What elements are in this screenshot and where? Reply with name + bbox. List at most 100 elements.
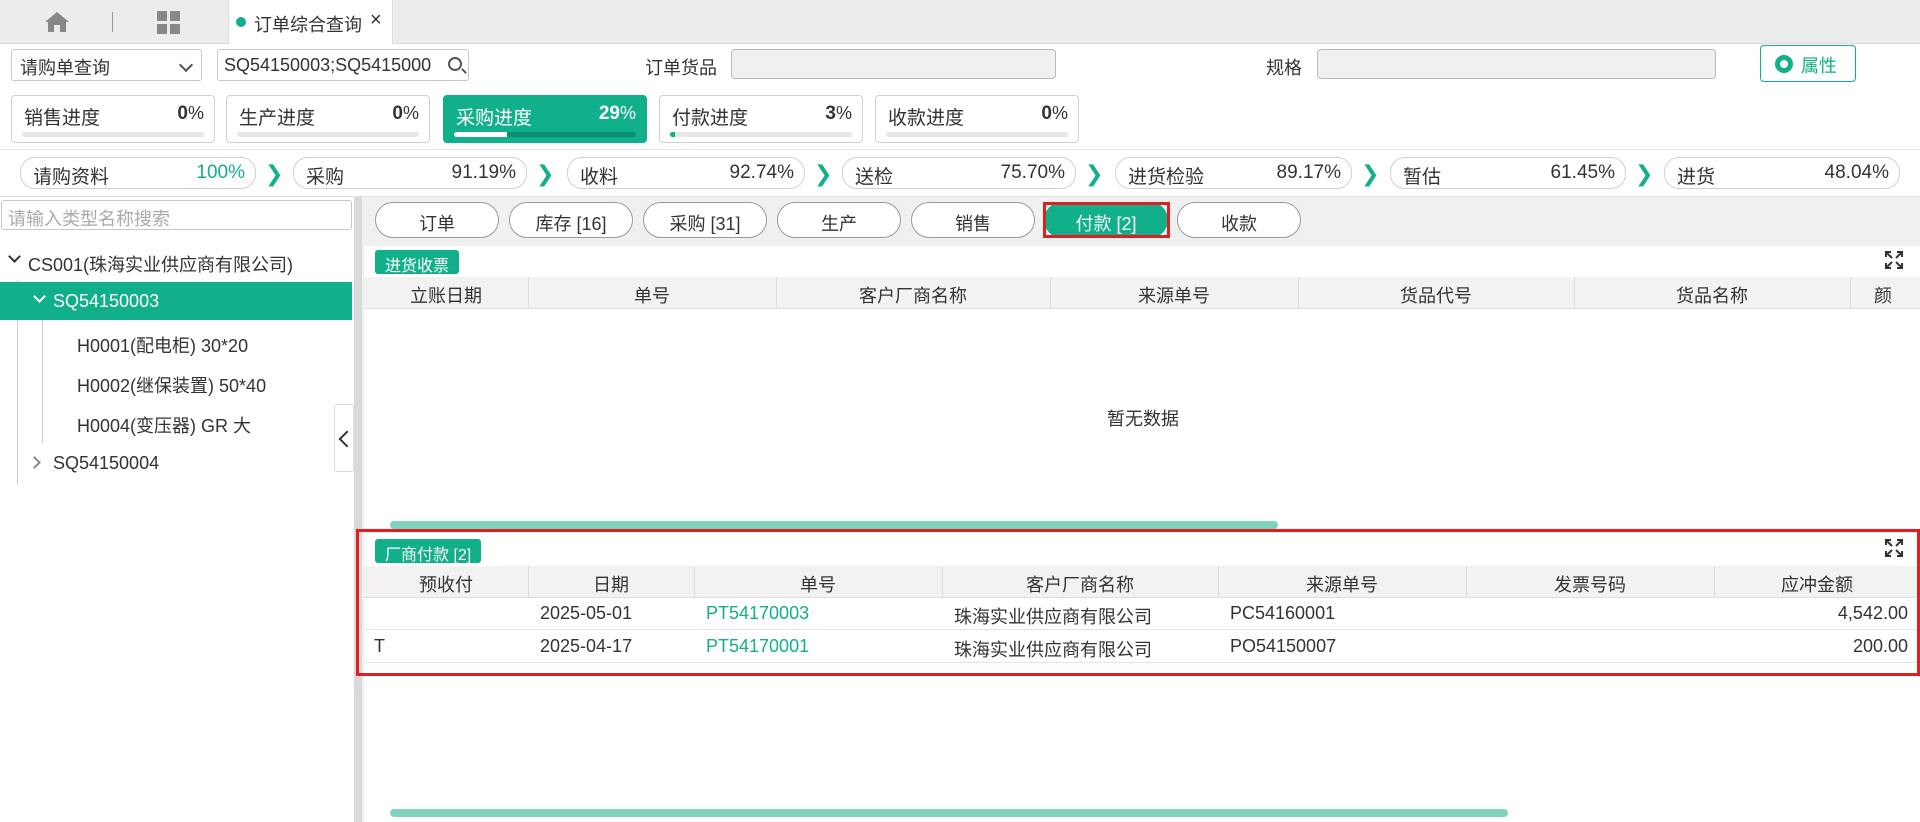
cell-order-link[interactable]: PT54170001: [706, 636, 809, 657]
tab-label[interactable]: 订单综合查询: [254, 11, 362, 37]
step-value: 92.74%: [729, 162, 794, 183]
expand-icon[interactable]: [1885, 251, 1903, 269]
search-input[interactable]: SQ54150003;SQ5415000: [217, 49, 469, 81]
query-type-value: 请购单查询: [20, 58, 110, 78]
step-chip[interactable]: 采购 91.19%: [293, 157, 527, 189]
table-row[interactable]: T 2025-04-17 PT54170001 珠海实业供应商有限公司 PO54…: [364, 631, 1920, 663]
column-header[interactable]: 应冲金额: [1714, 571, 1920, 597]
progress-label: 收款进度: [888, 108, 965, 129]
tab-pill[interactable]: 生产: [777, 202, 901, 238]
tree-leaf[interactable]: H0002(继保装置) 50*40: [0, 363, 352, 401]
progress-number: 3: [825, 103, 836, 124]
cell-date: 2025-04-17: [540, 636, 633, 656]
progress-card[interactable]: 采购进度 29%: [443, 95, 647, 143]
tab-pill[interactable]: 销售: [911, 202, 1035, 238]
progress-unit: %: [402, 103, 419, 123]
table-row[interactable]: 2025-05-01 PT54170003 珠海实业供应商有限公司 PC5416…: [364, 598, 1920, 630]
column-header[interactable]: 预收付: [364, 571, 528, 597]
tree-node-selected[interactable]: SQ54150003: [0, 282, 352, 320]
progress-unit: %: [619, 103, 636, 123]
tab-pill[interactable]: 付款 [2]: [1044, 202, 1168, 238]
grid-menu-icon[interactable]: [156, 10, 182, 36]
table-header: 立账日期 单号 客户厂商名称 来源单号 货品代号 货品名称 颜: [364, 277, 1920, 309]
column-header[interactable]: 发票号码: [1466, 571, 1714, 597]
tab-pill[interactable]: 库存 [16]: [509, 202, 633, 238]
search-input-value: SQ54150003;SQ5415000: [224, 55, 432, 75]
progress-value: 0%: [1041, 103, 1068, 125]
top-bar: 订单综合查询 ×: [0, 0, 1920, 44]
step-chip[interactable]: 进货 48.04%: [1664, 157, 1900, 189]
tree-leaf[interactable]: H0001(配电柜) 30*20: [0, 323, 352, 361]
step-chip[interactable]: 送检 75.70%: [842, 157, 1076, 189]
cell-prepay: T: [374, 636, 385, 656]
progress-card[interactable]: 收款进度 0%: [875, 95, 1079, 143]
chevron-down-icon[interactable]: [8, 250, 21, 263]
chevron-down-icon[interactable]: [33, 290, 46, 303]
cell-vendor: 珠海实业供应商有限公司: [954, 607, 1152, 627]
step-chip[interactable]: 请购资料 100%: [20, 157, 256, 189]
collapse-panel-handle[interactable]: [334, 404, 354, 472]
column-header[interactable]: 客户厂商名称: [776, 282, 1050, 308]
tree-leaf[interactable]: H0004(变压器) GR 大: [0, 403, 352, 441]
tab-pill[interactable]: 订单: [375, 202, 499, 238]
close-icon[interactable]: ×: [370, 9, 382, 32]
attributes-button[interactable]: 属性: [1760, 45, 1856, 82]
search-icon[interactable]: [448, 57, 462, 71]
progress-value: 0%: [177, 103, 204, 125]
progress-card[interactable]: 付款进度 3%: [659, 95, 863, 143]
progress-track: [237, 132, 419, 137]
column-header[interactable]: 来源单号: [1050, 282, 1298, 308]
chevron-down-icon: [178, 57, 194, 73]
tab-pill[interactable]: 收款: [1177, 202, 1301, 238]
step-chip[interactable]: 进货检验 89.17%: [1115, 157, 1352, 189]
chevron-right-icon: ❯: [1635, 161, 1654, 186]
progress-card[interactable]: 销售进度 0%: [11, 95, 215, 143]
step-label: 暂估: [1403, 167, 1442, 188]
spec-field[interactable]: [1317, 49, 1716, 79]
home-icon[interactable]: [42, 10, 72, 34]
column-header[interactable]: 单号: [694, 571, 942, 597]
tree-search-input[interactable]: 请输入类型名称搜索: [1, 200, 352, 230]
progress-value: 3%: [825, 103, 852, 125]
progress-value: 0%: [392, 103, 419, 125]
horizontal-scrollbar[interactable]: [390, 809, 1508, 817]
chevron-right-icon[interactable]: [28, 456, 41, 469]
progress-track: [454, 132, 636, 137]
chevron-right-icon: ❯: [265, 161, 284, 186]
tree-node-root[interactable]: CS001(珠海实业供应商有限公司): [0, 242, 352, 280]
tab-pill[interactable]: 采购 [31]: [643, 202, 767, 238]
step-chip[interactable]: 暂估 61.45%: [1390, 157, 1626, 189]
step-value: 75.70%: [1000, 162, 1065, 183]
query-type-select[interactable]: 请购单查询: [11, 49, 202, 81]
progress-track: [886, 132, 1068, 137]
column-header[interactable]: 颜: [1874, 282, 1914, 308]
goods-field[interactable]: [731, 49, 1056, 79]
column-header[interactable]: 日期: [528, 571, 694, 597]
expand-icon[interactable]: [1885, 539, 1903, 557]
column-header[interactable]: 来源单号: [1218, 571, 1466, 597]
column-header[interactable]: 货品代号: [1298, 282, 1574, 308]
tree-node-sibling[interactable]: SQ54150004: [0, 444, 352, 482]
step-label: 进货: [1677, 167, 1716, 188]
step-chip[interactable]: 收料 92.74%: [567, 157, 805, 189]
column-header[interactable]: 客户厂商名称: [942, 571, 1218, 597]
splitter[interactable]: [354, 197, 362, 822]
column-header[interactable]: 立账日期: [364, 282, 528, 308]
progress-track: [670, 132, 852, 137]
progress-number: 0: [177, 103, 188, 124]
column-header[interactable]: 货品名称: [1574, 282, 1850, 308]
progress-value: 29%: [599, 103, 636, 125]
progress-unit: %: [1051, 103, 1068, 123]
progress-card[interactable]: 生产进度 0%: [226, 95, 430, 143]
tree-node-label: SQ54150004: [53, 453, 160, 473]
step-label: 送检: [855, 167, 894, 188]
column-divider: [1850, 277, 1851, 309]
progress-fill: [670, 132, 676, 137]
step-label: 进货检验: [1128, 167, 1205, 188]
progress-number: 0: [392, 103, 403, 124]
cell-order-link[interactable]: PT54170003: [706, 603, 809, 624]
horizontal-scrollbar[interactable]: [390, 521, 1278, 529]
attributes-button-label: 属性: [1801, 56, 1837, 76]
progress-unit: %: [835, 103, 852, 123]
column-header[interactable]: 单号: [528, 282, 776, 308]
